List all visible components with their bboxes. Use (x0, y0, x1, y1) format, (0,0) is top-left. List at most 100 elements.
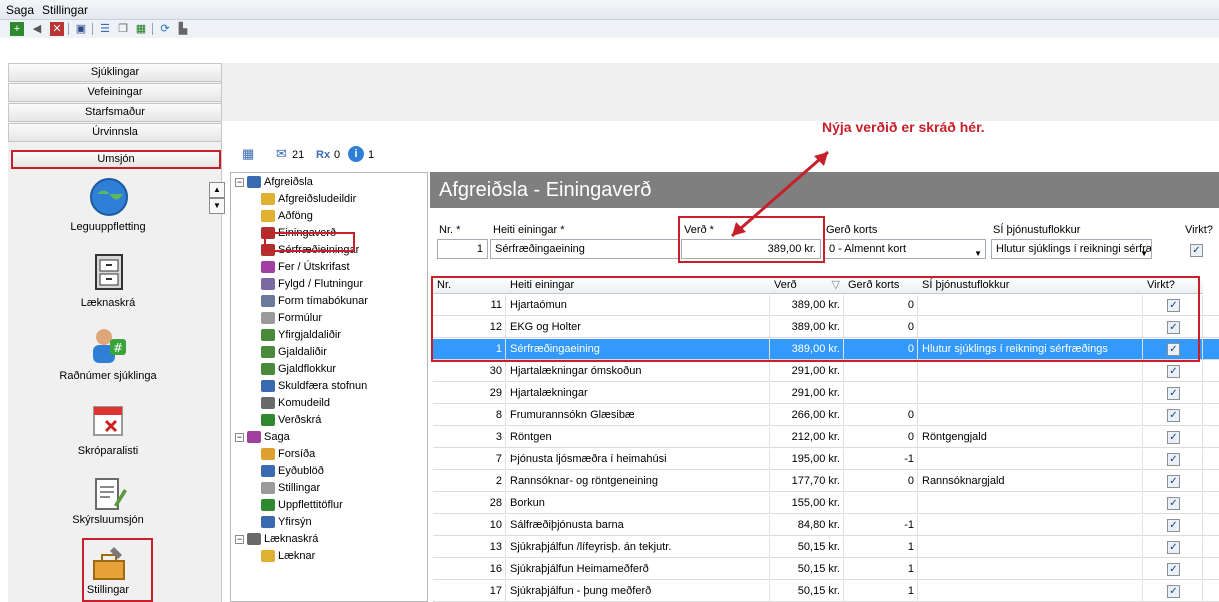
virkt-row-checkbox[interactable]: ✓ (1167, 299, 1180, 312)
nr-field[interactable]: 1 (437, 239, 488, 259)
tree-node-afgreidsla[interactable]: Afgreiðsla (247, 174, 313, 191)
tree-item[interactable]: Yfirsýn (261, 514, 312, 531)
heiti-field[interactable]: Sérfræðingaeining (490, 239, 679, 259)
col-header-nr[interactable]: Nr. (433, 276, 506, 294)
excel-icon[interactable]: ▦ (134, 22, 148, 36)
si-select[interactable]: Hlutur sjúklings í reikningi sérfræ ▼ (991, 239, 1152, 259)
cell-virkt[interactable]: ✓ (1143, 339, 1203, 360)
tree-item[interactable]: Læknar (261, 548, 315, 565)
tree-item[interactable]: Fylgd / Flutningur (261, 276, 363, 293)
table-row[interactable]: 11 Hjartaómun 389,00 kr. 0 ✓ (433, 295, 1219, 316)
cell-virkt[interactable]: ✓ (1143, 427, 1203, 448)
tree-item[interactable]: Skuldfæra stofnun (261, 378, 367, 395)
virkt-row-checkbox[interactable]: ✓ (1167, 343, 1180, 356)
tree-item[interactable]: Stillingar (261, 480, 320, 497)
table-row[interactable]: 7 Þjónusta ljósmæðra í heimahúsi 195,00 kr… (433, 449, 1219, 470)
virkt-row-checkbox[interactable]: ✓ (1167, 365, 1180, 378)
calendar-icon[interactable] (88, 399, 130, 441)
report-edit-icon[interactable] (88, 473, 130, 515)
cell-virkt[interactable]: ✓ (1143, 405, 1203, 426)
menu-stillingar[interactable]: Stillingar (42, 3, 88, 17)
cell-virkt[interactable]: ✓ (1143, 317, 1203, 338)
copy-icon[interactable]: ❐ (116, 22, 130, 36)
tree-item[interactable]: Verðskrá (261, 412, 321, 429)
tree-item[interactable]: Eyðublöð (261, 463, 324, 480)
collapse-afgreidsla[interactable]: − (235, 178, 244, 187)
module-label-skroparalisti[interactable]: Skróparalisti (8, 445, 208, 457)
list-icon[interactable]: ☰ (98, 22, 112, 36)
virkt-row-checkbox[interactable]: ✓ (1167, 519, 1180, 532)
tree-item[interactable]: Formúlur (261, 310, 322, 327)
tree-item[interactable]: Forsíða (261, 446, 315, 463)
tree-item[interactable]: Afgreiðsludeildir (261, 191, 356, 208)
table-row[interactable]: 29 Hjartalækningar 291,00 kr. ✓ (433, 383, 1219, 404)
nav-vefeiningar[interactable]: Vefeiningar (8, 83, 222, 102)
refresh-icon[interactable]: ⟳ (158, 22, 172, 36)
rx-icon[interactable]: Rx (316, 149, 330, 161)
tree-node-saga[interactable]: Saga (247, 429, 290, 446)
nav-sjuklingar[interactable]: Sjúklingar (8, 63, 222, 82)
scroll-up-button[interactable]: ▲ (209, 182, 225, 198)
calendar-small-icon[interactable]: ▦ (242, 146, 254, 162)
nav-umsjon[interactable]: Umsjón (11, 150, 221, 169)
module-label-skyrsluumsjon[interactable]: Skýrsluumsjón (8, 514, 208, 526)
cell-virkt[interactable]: ✓ (1143, 515, 1203, 536)
cell-virkt[interactable]: ✓ (1143, 559, 1203, 580)
save-icon[interactable]: ▣ (74, 22, 88, 36)
collapse-saga[interactable]: − (235, 433, 244, 442)
tree-item[interactable]: Yfirgjaldaliðir (261, 327, 341, 344)
export-icon[interactable]: ▙ (176, 22, 190, 36)
table-row[interactable]: 12 EKG og Holter 389,00 kr. 0 ✓ (433, 317, 1219, 338)
col-header-si[interactable]: SÍ þjónustuflokkur (918, 276, 1143, 294)
col-header-gerd[interactable]: Gerð korts (844, 276, 918, 294)
virkt-row-checkbox[interactable]: ✓ (1167, 431, 1180, 444)
table-row[interactable]: 8 Frumurannsókn Glæsibæ 266,00 kr. 0 ✓ (433, 405, 1219, 426)
toolbox-icon[interactable] (88, 543, 130, 585)
filing-cabinet-icon[interactable] (88, 251, 130, 293)
cell-virkt[interactable]: ✓ (1143, 537, 1203, 558)
module-label-laeknaskra[interactable]: Læknaskrá (8, 297, 208, 309)
delete-icon[interactable]: ✕ (50, 22, 64, 36)
col-header-verd[interactable]: Verð ▽ (770, 276, 844, 294)
table-row[interactable]: 17 Sjúkraþjálfun - þung meðferð 50,15 kr. 1… (433, 581, 1219, 602)
cell-virkt[interactable]: ✓ (1143, 471, 1203, 492)
table-row[interactable]: 3 Röntgen 212,00 kr. 0 Röntgengjald ✓ (433, 427, 1219, 448)
table-row[interactable]: 13 Sjúkraþjálfun /lífeyrisþ. án tekjutr. 5… (433, 537, 1219, 558)
col-header-heiti[interactable]: Heiti einingar (506, 276, 770, 294)
cell-virkt[interactable]: ✓ (1143, 383, 1203, 404)
back-icon[interactable]: ◀ (30, 22, 44, 36)
menu-saga[interactable]: Saga (6, 3, 34, 17)
tree-item[interactable]: Gjaldflokkur (261, 361, 336, 378)
tree-item[interactable]: Sérfræðieiningar (261, 242, 359, 259)
table-row[interactable]: 2 Rannsóknar- og röntgeneining 177,70 kr. 0… (433, 471, 1219, 492)
tree-item[interactable]: Uppflettitöflur (261, 497, 343, 514)
col-header-virkt[interactable]: Virkt? (1143, 276, 1203, 294)
tree-item[interactable]: Fer / Útskrifast (261, 259, 350, 276)
nav-urvinnsla[interactable]: Úrvinnsla (8, 123, 222, 142)
tree-node-laeknaskra[interactable]: Læknaskrá (247, 531, 318, 548)
tree-item-einingaverd[interactable]: Einingaverð (261, 225, 336, 242)
nav-starfsmadur[interactable]: Starfsmaður (8, 103, 222, 122)
cell-virkt[interactable]: ✓ (1143, 493, 1203, 514)
module-label-radnumer[interactable]: Raðnúmer sjúklinga (8, 370, 208, 382)
table-row[interactable]: 30 Hjartalækningar ómskoðun 291,00 kr. ✓ (433, 361, 1219, 382)
tree-item[interactable]: Aðföng (261, 208, 313, 225)
info-icon[interactable]: i (348, 146, 364, 162)
collapse-laeknaskra[interactable]: − (235, 535, 244, 544)
virkt-row-checkbox[interactable]: ✓ (1167, 563, 1180, 576)
tree-item[interactable]: Form tímabókunar (261, 293, 368, 310)
virkt-row-checkbox[interactable]: ✓ (1167, 585, 1180, 598)
table-row[interactable]: 16 Sjúkraþjálfun Heimameðferð 50,15 kr. 1 ✓ (433, 559, 1219, 580)
virkt-row-checkbox[interactable]: ✓ (1167, 387, 1180, 400)
cell-virkt[interactable]: ✓ (1143, 361, 1203, 382)
tree-item[interactable]: Komudeild (261, 395, 330, 412)
virkt-row-checkbox[interactable]: ✓ (1167, 321, 1180, 334)
globe-icon[interactable] (88, 176, 130, 218)
virkt-row-checkbox[interactable]: ✓ (1167, 541, 1180, 554)
cell-virkt[interactable]: ✓ (1143, 581, 1203, 602)
cell-virkt[interactable]: ✓ (1143, 295, 1203, 316)
table-row[interactable]: 10 Sálfræðiþjónusta barna 84,80 kr. -1 ✓ (433, 515, 1219, 536)
patient-number-icon[interactable]: # (88, 325, 130, 367)
tree-item[interactable]: Gjaldaliðir (261, 344, 327, 361)
envelope-icon[interactable]: ✉ (276, 146, 287, 162)
